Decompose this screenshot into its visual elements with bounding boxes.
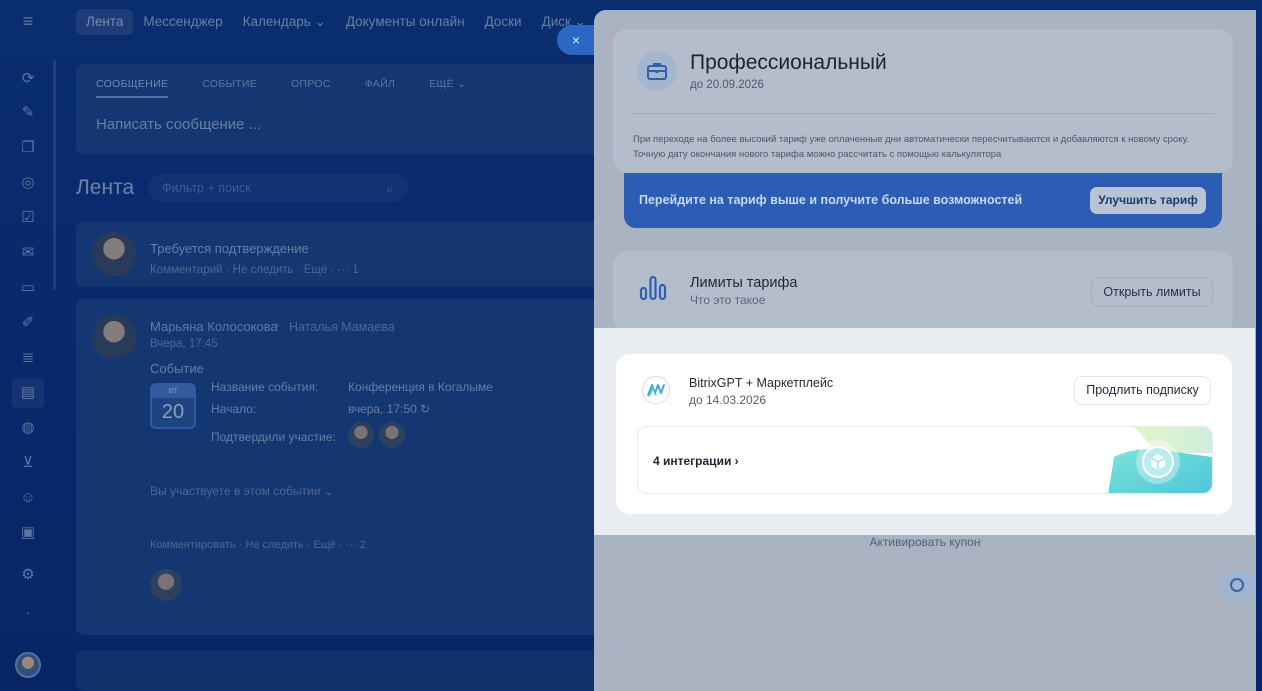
- integrations-link[interactable]: 4 интеграции ›: [637, 426, 1213, 494]
- marketplace-cube-icon: [1108, 427, 1212, 493]
- divider: [631, 113, 1215, 114]
- bitrixgpt-logo-icon: [642, 376, 670, 404]
- highlight-area: BitrixGPT + Маркетплейс до 14.03.2026 Пр…: [594, 328, 1255, 535]
- tariff-limits-card: Лимиты тарифа Что это такое Открыть лими…: [613, 251, 1233, 333]
- bar-chart-icon: [639, 273, 667, 306]
- briefcase-icon: [637, 51, 677, 91]
- subscription-name: BitrixGPT + Маркетплейс: [689, 376, 834, 390]
- upgrade-text: Перейдите на тариф выше и получите больш…: [639, 193, 1023, 207]
- chevron-right-icon: ›: [734, 454, 739, 468]
- tariff-until: до 20.09.2026: [690, 79, 764, 91]
- subscription-card: BitrixGPT + Маркетплейс до 14.03.2026 Пр…: [616, 354, 1232, 514]
- current-tariff-card: Профессиональный до 20.09.2026 При перех…: [613, 29, 1233, 173]
- integrations-count: 4 интеграции: [653, 454, 732, 468]
- activate-coupon-link[interactable]: Активировать купон: [594, 535, 1256, 549]
- subscription-until: до 14.03.2026: [689, 393, 767, 407]
- chat-icon: [1230, 578, 1244, 592]
- limits-subtitle-link[interactable]: Что это такое: [690, 293, 765, 307]
- tariff-note: При переходе на более высокий тариф уже …: [633, 134, 1189, 160]
- renew-subscription-button[interactable]: Продлить подписку: [1074, 376, 1211, 405]
- tariff-name: Профессиональный: [690, 51, 887, 74]
- limits-title: Лимиты тарифа: [690, 275, 798, 291]
- upgrade-banner: Перейдите на тариф выше и получите больш…: [624, 173, 1222, 228]
- chat-bubble-button[interactable]: [1219, 571, 1256, 601]
- close-button[interactable]: ×: [557, 25, 595, 55]
- upgrade-button[interactable]: Улучшить тариф: [1090, 187, 1206, 214]
- open-limits-button[interactable]: Открыть лимиты: [1091, 277, 1213, 307]
